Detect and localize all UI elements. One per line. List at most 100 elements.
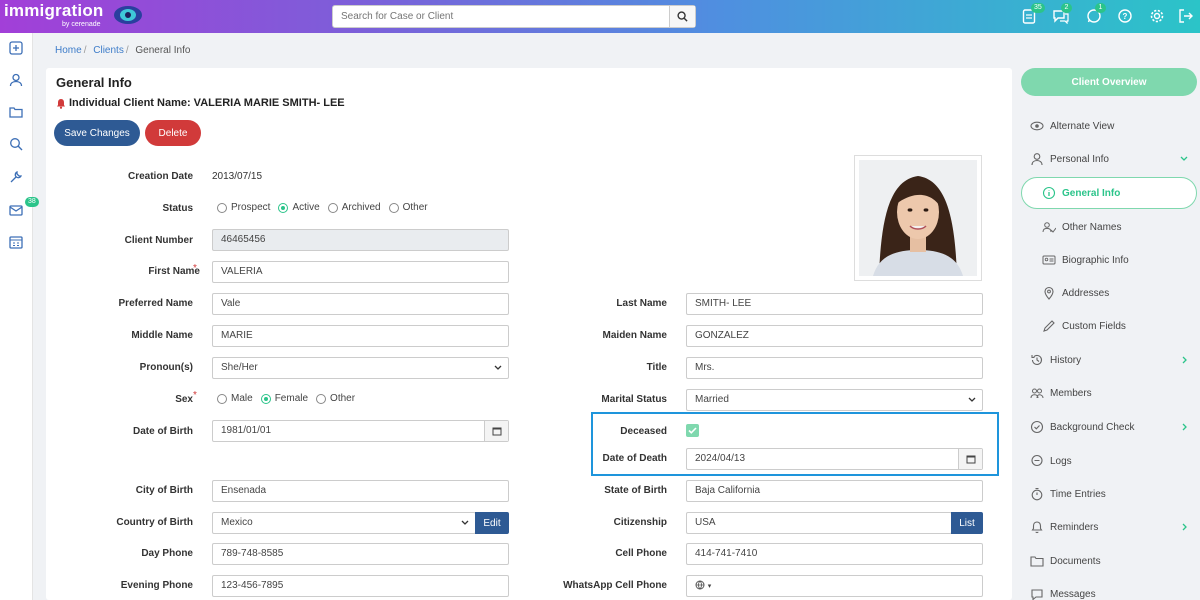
status-radio-group: Prospect Active Archived Other [217,202,436,213]
person-icon [9,73,23,87]
new-item-button[interactable] [9,41,24,56]
cases-button[interactable] [9,105,24,120]
last-name-field[interactable]: SMITH- LEE [686,293,983,315]
nav-alternate-view[interactable]: Alternate View [1030,116,1200,136]
country-edit-button[interactable]: Edit [475,512,509,534]
marital-status-select[interactable]: Married [686,389,983,411]
marital-status-label: Marital Status [601,394,667,405]
dod-field[interactable]: 2024/04/13 [686,448,983,470]
dob-field[interactable]: 1981/01/01 [212,420,509,442]
whatsapp-button[interactable]: 1 [1086,3,1106,24]
preferred-name-field[interactable]: Vale [212,293,509,315]
dob-calendar-button[interactable] [484,421,508,441]
nav-biographic-info[interactable]: Biographic Info [1042,250,1200,270]
deceased-checkbox[interactable] [686,424,699,437]
nav-time-entries[interactable]: Time Entries [1030,484,1200,504]
sex-female[interactable]: Female [260,393,308,404]
folder-open-icon [9,107,23,118]
calendar-icon [492,427,501,436]
left-rail: 38 [0,33,39,600]
map-pin-icon [1044,286,1054,300]
breadcrumb-home[interactable]: Home [55,45,82,56]
country-of-birth-select[interactable]: Mexico [212,512,476,534]
top-bar: immigration by cerenade 35 2 1 ? [0,0,1200,33]
help-bubble-icon: ? [1118,9,1132,23]
save-changes-button[interactable]: Save Changes [54,120,140,146]
help-button[interactable]: ? [1117,8,1135,24]
nav-custom-fields[interactable]: Custom Fields [1042,316,1200,336]
settings-button[interactable] [1149,8,1167,24]
dod-calendar-button[interactable] [958,449,982,469]
middle-name-field[interactable]: MARIE [212,325,509,347]
first-name-field[interactable]: VALERIA [212,261,509,283]
history-icon [1031,354,1043,366]
nav-documents[interactable]: Documents [1030,551,1200,571]
evening-phone-label: Evening Phone [120,580,193,591]
day-phone-label: Day Phone [141,548,193,559]
search-button[interactable] [669,6,695,27]
breadcrumb-current: General Info [135,45,191,56]
pronouns-value: She/Her [221,362,258,373]
sex-male[interactable]: Male [217,393,253,404]
nav-general-info[interactable]: General Info [1042,183,1200,203]
nav-personal-info[interactable]: Personal Info [1030,149,1200,169]
client-number-label: Client Number [124,235,193,246]
tools-button[interactable] [9,170,24,185]
middle-name-label: Middle Name [131,330,193,341]
nav-background-check[interactable]: Background Check [1030,417,1200,437]
dob-label: Date of Birth [133,426,193,437]
delete-button[interactable]: Delete [145,120,201,146]
nav-history[interactable]: History [1030,350,1200,370]
citizenship-field[interactable]: USA [686,512,952,534]
bell-icon [1031,521,1043,534]
chevron-right-icon [1182,523,1187,531]
nav-addresses[interactable]: Addresses [1042,283,1200,303]
status-active[interactable]: Active [278,202,320,213]
state-of-birth-field[interactable]: Baja California [686,480,983,502]
mail-icon [9,205,23,216]
city-of-birth-field[interactable]: Ensenada [212,480,509,502]
status-label: Status [162,203,193,214]
day-phone-field[interactable]: 789-748-8585 [212,543,509,565]
client-portrait-image [859,160,977,276]
chat-badge: 2 [1061,3,1072,13]
nav-reminders[interactable]: Reminders [1030,517,1200,537]
checkmark-icon [688,427,697,434]
sex-other[interactable]: Other [316,393,355,404]
cell-phone-field[interactable]: 414-741-7410 [686,543,983,565]
creation-date-value: 2013/07/15 [212,171,263,182]
maiden-name-field[interactable]: GONZALEZ [686,325,983,347]
clients-button[interactable] [9,73,24,88]
title-field[interactable]: Mrs. [686,357,983,379]
search-input[interactable] [333,6,671,27]
logout-button[interactable] [1178,8,1196,24]
first-name-required-marker: * [193,263,197,274]
tasks-badge: 35 [1031,3,1045,13]
calendar-button[interactable] [9,235,24,250]
logout-icon [1179,9,1193,23]
chat-button[interactable]: 2 [1052,3,1072,25]
deceased-label: Deceased [620,426,667,437]
status-prospect[interactable]: Prospect [217,202,270,213]
stopwatch-icon [1031,487,1043,501]
nav-other-names[interactable]: Other Names [1042,217,1200,237]
app-logo[interactable]: immigration by cerenade [4,2,104,29]
message-icon [1031,589,1043,600]
nav-logs[interactable]: Logs [1030,451,1200,471]
client-photo[interactable] [854,155,982,281]
nav-messages[interactable]: Messages [1030,584,1200,600]
client-overview-button[interactable]: Client Overview [1021,68,1197,96]
search-nav-button[interactable] [9,137,24,152]
nav-members[interactable]: Members [1030,383,1200,403]
pronouns-select[interactable]: She/Her [212,357,509,379]
citizenship-list-button[interactable]: List [951,512,983,534]
tasks-button[interactable]: 35 [1022,3,1045,24]
status-other[interactable]: Other [388,202,428,213]
status-archived[interactable]: Archived [327,202,381,213]
title-label: Title [646,362,667,373]
evening-phone-field[interactable]: 123-456-7895 [212,575,509,597]
whatsapp-field[interactable]: ▾ [686,575,983,597]
breadcrumb-clients[interactable]: Clients [93,45,124,56]
mail-button[interactable]: 38 [9,197,39,218]
logo-subtext: by cerenade [62,21,101,28]
